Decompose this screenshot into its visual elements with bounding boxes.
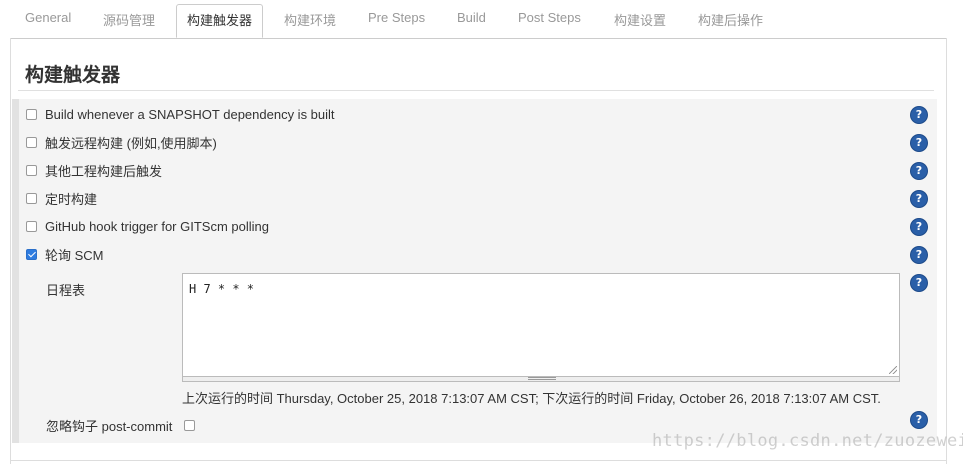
- trigger-github-hook-checkbox[interactable]: [26, 220, 37, 232]
- tab-pre-steps[interactable]: Pre Steps: [368, 10, 425, 25]
- panel-border-right: [946, 38, 947, 464]
- section-title: 构建触发器: [25, 65, 121, 86]
- resize-corner-icon[interactable]: [889, 366, 897, 374]
- trigger-github-hook[interactable]: GitHub hook trigger for GITScm polling: [26, 216, 269, 236]
- trigger-poll-scm-label: 轮询 SCM: [45, 247, 104, 263]
- trigger-snapshot-label: Build whenever a SNAPSHOT dependency is …: [45, 106, 335, 122]
- tab-post-steps[interactable]: Post Steps: [518, 10, 581, 25]
- grip-icon: [528, 377, 556, 380]
- watermark: https://blog.csdn.net/zuozewei: [652, 431, 963, 451]
- trigger-poll-scm-checkbox[interactable]: [26, 248, 37, 260]
- trigger-remote-label: 触发远程构建 (例如,使用脚本): [45, 135, 217, 151]
- trigger-snapshot-checkbox[interactable]: [26, 108, 37, 120]
- ignore-post-commit-checkbox[interactable]: [184, 420, 196, 431]
- trigger-remote-build[interactable]: 触发远程构建 (例如,使用脚本): [26, 132, 217, 152]
- triggers-block-indent-bar: [12, 99, 19, 443]
- panel-border-bottom: [10, 460, 947, 461]
- help-icon[interactable]: ?: [911, 107, 927, 123]
- help-icon[interactable]: ?: [911, 275, 927, 291]
- trigger-github-hook-label: GitHub hook trigger for GITScm polling: [45, 218, 269, 234]
- help-icon[interactable]: ?: [911, 247, 927, 263]
- trigger-remote-checkbox[interactable]: [26, 136, 37, 148]
- trigger-after-other-label: 其他工程构建后触发: [45, 163, 163, 179]
- tab-source-management[interactable]: 源码管理: [103, 10, 155, 29]
- help-icon[interactable]: ?: [911, 219, 927, 235]
- schedule-textarea[interactable]: H 7 * * *: [182, 273, 900, 377]
- help-icon[interactable]: ?: [911, 163, 927, 179]
- schedule-value: H 7 * * *: [189, 282, 255, 296]
- help-icon[interactable]: ?: [911, 412, 927, 428]
- panel-border-left: [10, 38, 11, 464]
- schedule-run-info: 上次运行的时间 Thursday, October 25, 2018 7:13:…: [182, 391, 881, 406]
- schedule-label: 日程表: [46, 283, 86, 298]
- trigger-after-other-projects[interactable]: 其他工程构建后触发: [26, 160, 162, 180]
- trigger-periodic-label: 定时构建: [45, 191, 98, 207]
- tab-bar: General 源码管理 构建触发器 构建环境 Pre Steps Build …: [10, 0, 947, 39]
- ignore-post-commit-option[interactable]: 忽略钩子 post-commit: [46, 416, 203, 435]
- trigger-snapshot-dependency[interactable]: Build whenever a SNAPSHOT dependency is …: [26, 104, 335, 124]
- help-icon[interactable]: ?: [911, 191, 927, 207]
- trigger-periodic-build[interactable]: 定时构建: [26, 188, 97, 208]
- tab-general[interactable]: General: [25, 10, 71, 25]
- tab-build-triggers[interactable]: 构建触发器: [176, 4, 264, 38]
- tab-build-environment[interactable]: 构建环境: [284, 10, 336, 29]
- trigger-periodic-checkbox[interactable]: [26, 192, 37, 204]
- trigger-poll-scm[interactable]: 轮询 SCM: [26, 244, 104, 264]
- tab-build-settings[interactable]: 构建设置: [614, 10, 666, 29]
- section-divider: [18, 90, 934, 91]
- tab-post-build-actions[interactable]: 构建后操作: [698, 10, 763, 29]
- trigger-after-other-checkbox[interactable]: [26, 164, 37, 176]
- tab-build[interactable]: Build: [457, 10, 486, 25]
- help-icon[interactable]: ?: [911, 135, 927, 151]
- textarea-resize-handle[interactable]: [182, 377, 900, 382]
- ignore-post-commit-label: 忽略钩子 post-commit: [46, 419, 173, 434]
